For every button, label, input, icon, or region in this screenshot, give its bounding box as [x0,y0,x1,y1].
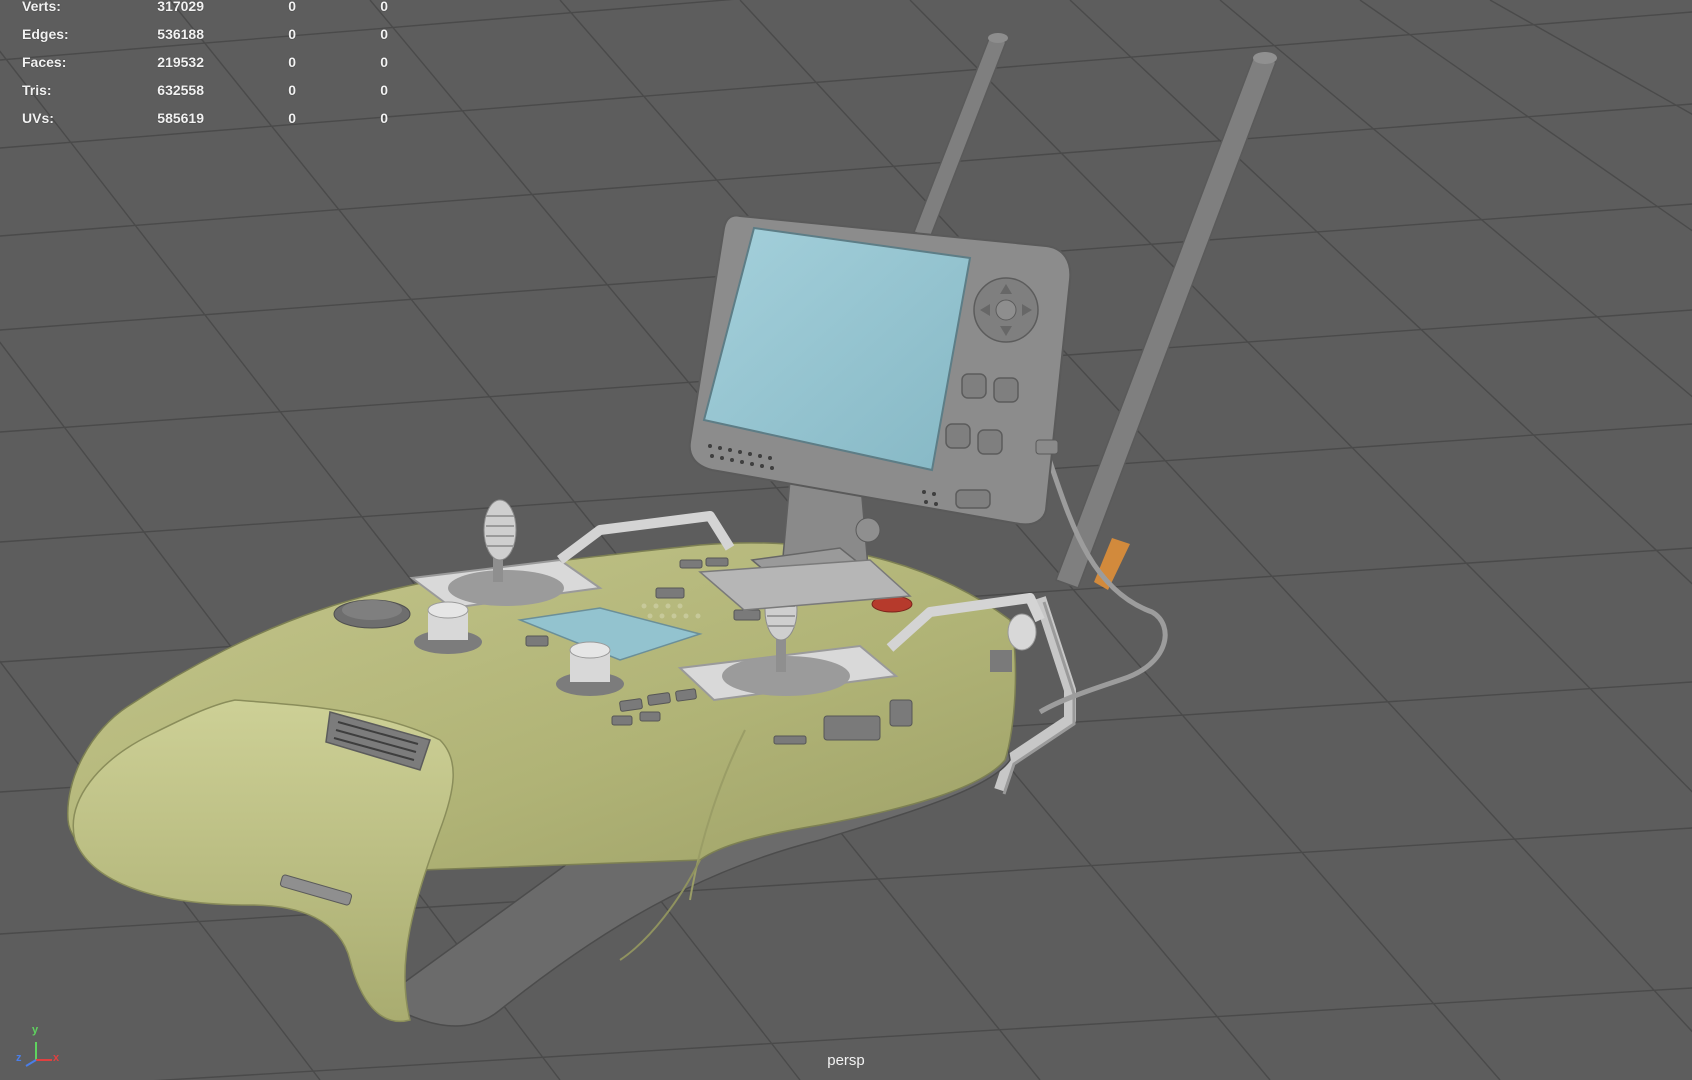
poly-count-hud: Verts: 317029 0 0 Edges: 536188 0 0 Face… [22,0,402,132]
hud-selected: 0 [288,82,296,98]
hud-label: Edges: [22,26,69,42]
antenna-left[interactable] [913,33,1008,239]
3d-viewport[interactable]: Verts: 317029 0 0 Edges: 536188 0 0 Face… [0,0,1692,1080]
hud-total: 585619 [157,110,204,126]
hud-components: 0 [380,54,388,70]
hud-total: 632558 [157,82,204,98]
controller-model[interactable] [67,33,1277,1027]
controller-body[interactable] [67,542,1017,1027]
hud-row-verts: Verts: 317029 0 0 [22,0,402,20]
hud-row-uvs: UVs: 585619 0 0 [22,104,402,132]
scroll-wheel[interactable] [333,599,411,629]
hud-label: Verts: [22,0,61,14]
monitor-dpad[interactable] [973,277,1039,343]
monitor-jack [1035,439,1059,455]
hud-selected: 0 [288,0,296,14]
monitor[interactable] [688,214,1072,526]
hud-label: Tris: [22,82,52,98]
hud-components: 0 [380,110,388,126]
hud-total: 219532 [157,54,204,70]
hud-selected: 0 [288,54,296,70]
hud-selected: 0 [288,110,296,126]
hud-selected: 0 [288,26,296,42]
hud-total: 536188 [157,26,204,42]
hud-row-tris: Tris: 632558 0 0 [22,76,402,104]
hud-row-edges: Edges: 536188 0 0 [22,20,402,48]
antenna-tag [1094,538,1130,590]
hud-row-faces: Faces: 219532 0 0 [22,48,402,76]
hud-label: UVs: [22,110,54,126]
hud-components: 0 [380,26,388,42]
hud-components: 0 [380,82,388,98]
antenna-right[interactable] [1055,52,1277,589]
viewport-canvas[interactable] [0,0,1692,1080]
camera-name-label: persp [827,1052,865,1069]
hud-total: 317029 [157,0,204,14]
hud-components: 0 [380,0,388,14]
hud-label: Faces: [22,54,67,70]
axis-y-label: y [32,1024,39,1036]
